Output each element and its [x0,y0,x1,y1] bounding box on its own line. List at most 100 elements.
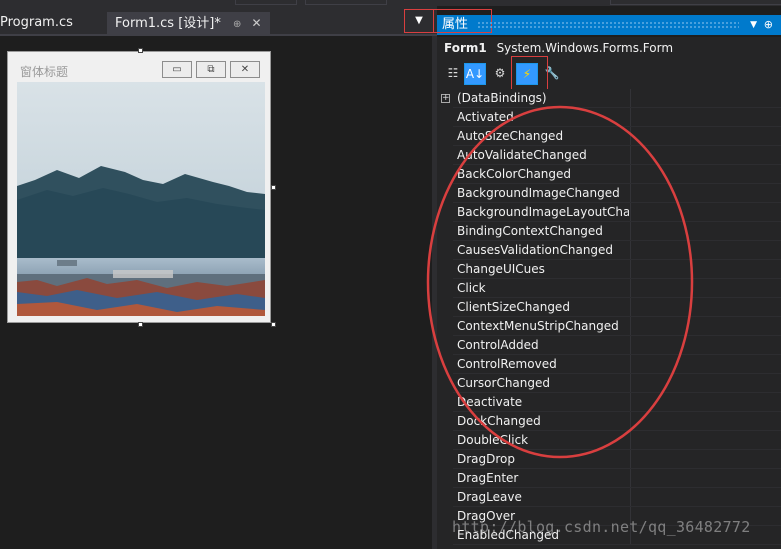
event-name: ClientSizeChanged [457,300,570,314]
event-handler-field[interactable] [630,89,781,108]
row-gutter [437,450,453,469]
event-row[interactable]: BackColorChanged [437,165,781,184]
event-row[interactable]: ClientSizeChanged [437,298,781,317]
event-handler-field[interactable] [630,393,781,412]
event-row[interactable]: CursorChanged [437,374,781,393]
event-handler-field[interactable] [630,450,781,469]
event-name: Click [457,281,486,295]
maximize-icon: ⧉ [207,64,215,75]
event-row[interactable]: BindingContextChanged [437,222,781,241]
event-row[interactable]: DragLeave [437,488,781,507]
resize-handle[interactable] [271,185,276,190]
resize-handle[interactable] [138,48,143,53]
minimize-button[interactable]: ▭ [162,61,192,78]
object-name: Form1 [444,41,487,55]
row-divider [453,544,781,545]
object-selector[interactable]: Form1 System.Windows.Forms.Form [437,37,781,59]
event-name: BackgroundImageLayoutChanged [457,205,629,219]
resize-handle[interactable] [138,322,143,327]
expand-icon[interactable]: + [441,94,450,103]
row-gutter [437,507,453,526]
properties-title-bar[interactable]: 属性 ▼ ⊕ [404,9,781,35]
row-gutter [437,431,453,450]
event-row[interactable]: DragDrop [437,450,781,469]
row-gutter [437,222,453,241]
maximize-button[interactable]: ⧉ [196,61,226,78]
chevron-down-icon[interactable]: ▼ [750,15,757,35]
row-gutter [437,260,453,279]
event-handler-field[interactable] [630,374,781,393]
close-button[interactable]: ✕ [230,61,260,78]
event-name: DoubleClick [457,433,529,447]
event-handler-field[interactable] [630,184,781,203]
event-row[interactable]: Activated [437,108,781,127]
event-handler-field[interactable] [630,298,781,317]
event-handler-field[interactable] [630,488,781,507]
event-row[interactable]: AutoSizeChanged [437,127,781,146]
row-gutter [437,526,453,545]
event-name: CausesValidationChanged [457,243,614,257]
watermark: http://blog.csdn.net/qq_36482772 [452,518,751,536]
event-name: DragLeave [457,490,522,504]
event-name: DockChanged [457,414,541,428]
event-handler-field[interactable] [630,412,781,431]
tab-form1-designer[interactable]: Form1.cs [设计]* ⊕ ✕ [107,12,270,34]
tab-list-dropdown-button[interactable]: ▼ [404,9,434,33]
alphabetical-icon[interactable]: A↓ [464,63,486,85]
event-row[interactable]: BackgroundImageLayoutChanged [437,203,781,222]
minimize-icon: ▭ [172,64,182,75]
event-row[interactable]: DockChanged [437,412,781,431]
event-handler-field[interactable] [630,222,781,241]
event-row[interactable]: DragEnter [437,469,781,488]
event-row[interactable]: ControlAdded [437,336,781,355]
event-handler-field[interactable] [630,317,781,336]
event-name: BindingContextChanged [457,224,603,238]
resize-handle[interactable] [271,322,276,327]
row-gutter [437,336,453,355]
event-handler-field[interactable] [630,165,781,184]
event-row[interactable]: Deactivate [437,393,781,412]
event-name: ControlRemoved [457,357,557,371]
event-handler-field[interactable] [630,108,781,127]
event-name: AutoSizeChanged [457,129,564,143]
event-name: ControlAdded [457,338,539,352]
event-row[interactable]: BackgroundImageChanged [437,184,781,203]
properties-icon[interactable]: ⚙ [489,63,511,85]
pin-icon[interactable]: ⊕ [233,19,241,30]
categorized-icon[interactable]: ☷ [442,63,464,85]
event-handler-field[interactable] [630,355,781,374]
event-handler-field[interactable] [630,146,781,165]
event-handler-field[interactable] [630,336,781,355]
event-row[interactable]: DoubleClick [437,431,781,450]
event-handler-field[interactable] [630,260,781,279]
form-title: 窗体标题 [20,65,69,79]
event-handler-field[interactable] [630,203,781,222]
event-handler-field[interactable] [630,127,781,146]
event-row[interactable]: ContextMenuStripChanged [437,317,781,336]
drag-grip[interactable] [477,21,739,29]
close-icon[interactable]: ✕ [252,16,262,30]
event-row[interactable]: ControlRemoved [437,355,781,374]
event-row[interactable]: Click [437,279,781,298]
event-row[interactable]: AutoValidateChanged [437,146,781,165]
landscape-image [17,82,265,316]
row-gutter: + [437,89,453,108]
tab-program-cs[interactable]: Program.cs [0,12,73,34]
event-handler-field[interactable] [630,241,781,260]
row-gutter [437,184,453,203]
event-row[interactable]: CausesValidationChanged [437,241,781,260]
event-name: ContextMenuStripChanged [457,319,619,333]
pin-icon[interactable]: ⊕ [764,15,773,35]
event-row[interactable]: + (DataBindings) [437,89,781,108]
event-row[interactable]: ChangeUICues [437,260,781,279]
event-handler-field[interactable] [630,431,781,450]
event-handler-field[interactable] [630,469,781,488]
row-gutter [437,127,453,146]
event-name: Activated [457,110,514,124]
row-gutter [437,203,453,222]
event-name: ChangeUICues [457,262,545,276]
event-handler-field[interactable] [630,279,781,298]
designer-form[interactable]: 窗体标题 ▭ ⧉ ✕ [7,51,271,323]
row-gutter [437,279,453,298]
form-background-image [17,82,265,316]
